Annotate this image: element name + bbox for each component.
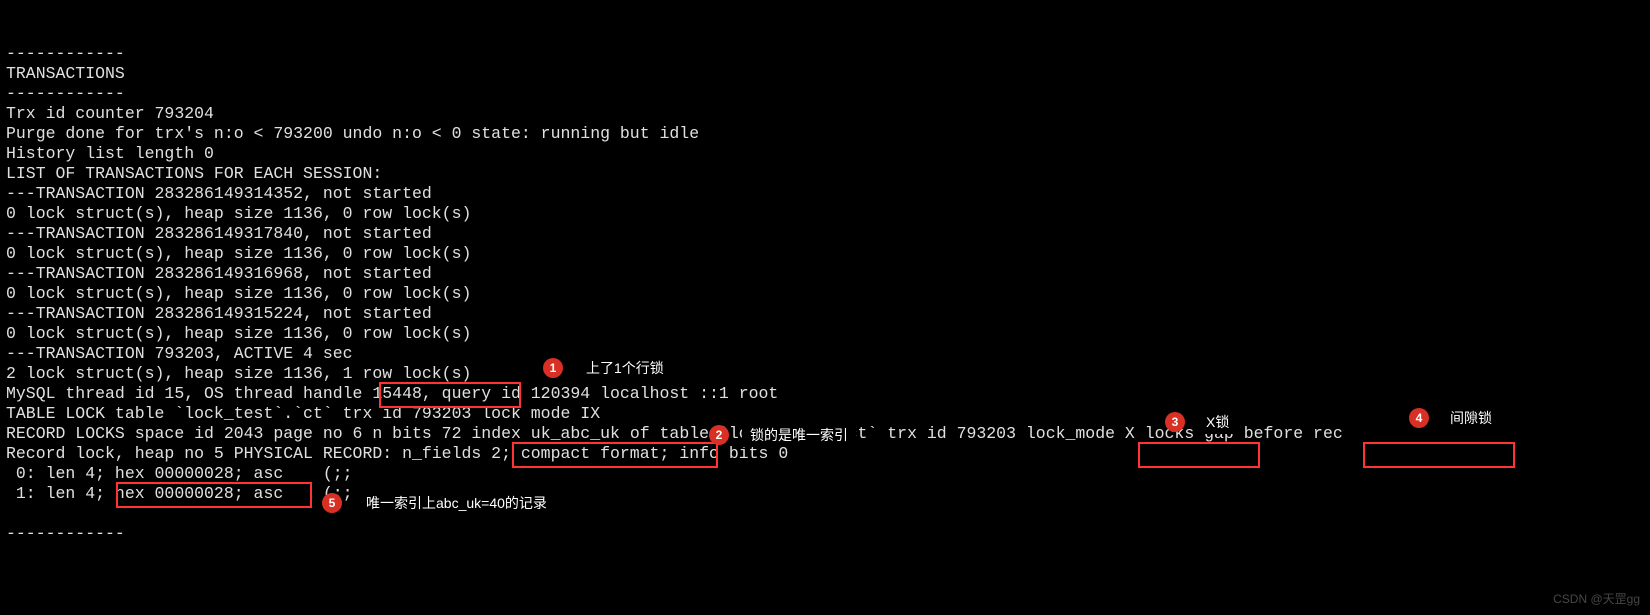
line-trxid: Trx id counter 793204 <box>6 104 214 123</box>
line-hist: History list length 0 <box>6 144 214 163</box>
badge-2-num: 2 <box>716 425 723 445</box>
line-t3a: 0 lock struct(s), heap size 1136, 0 row … <box>6 284 471 303</box>
line-phys: Record lock, heap no 5 PHYSICAL RECORD: … <box>6 444 788 463</box>
badge-4-num: 4 <box>1416 408 1423 428</box>
annotation-2: 锁的是唯一索引 <box>742 423 856 447</box>
line-t4: ---TRANSACTION 283286149315224, not star… <box>6 304 432 323</box>
line-listhdr: LIST OF TRANSACTIONS FOR EACH SESSION: <box>6 164 382 183</box>
badge-1-num: 1 <box>550 358 557 378</box>
annotation-5: 唯一索引上abc_uk=40的记录 <box>358 491 555 515</box>
line-t5: ---TRANSACTION 793203, ACTIVE 4 sec <box>6 344 353 363</box>
badge-2: 2 <box>709 425 729 445</box>
line-tablelock: TABLE LOCK table `lock_test`.`ct` trx id… <box>6 404 600 423</box>
line-t1: ---TRANSACTION 283286149314352, not star… <box>6 184 432 203</box>
line-t2a: 0 lock struct(s), heap size 1136, 0 row … <box>6 244 471 263</box>
dash-top: ------------ <box>6 44 125 63</box>
dash-mid: ------------ <box>6 84 125 103</box>
badge-5: 5 <box>322 493 342 513</box>
badge-3: 3 <box>1165 412 1185 432</box>
hdr: TRANSACTIONS <box>6 64 125 83</box>
badge-3-num: 3 <box>1172 412 1179 432</box>
terminal-output: ------------ TRANSACTIONS ------------ T… <box>6 24 1343 544</box>
watermark: CSDN @天罡gg <box>1553 589 1640 609</box>
badge-5-num: 5 <box>329 493 336 513</box>
line-rec-pre: RECORD LOCKS space id 2043 page no 6 n b… <box>6 424 471 443</box>
annotation-4: 间隙锁 <box>1442 406 1500 430</box>
line-rec0-pre: 0: len 4; <box>6 464 115 483</box>
line-t5a-box: 1 row lock(s) <box>343 364 472 383</box>
badge-4: 4 <box>1409 408 1429 428</box>
line-t5a-pre: 2 lock struct(s), heap size 1136, <box>6 364 343 383</box>
line-t1a: 0 lock struct(s), heap size 1136, 0 row … <box>6 204 471 223</box>
line-purge: Purge done for trx's n:o < 793200 undo n… <box>6 124 699 143</box>
line-rec-mode: lock_mode X <box>1026 424 1135 443</box>
badge-1: 1 <box>543 358 563 378</box>
annotation-3: X锁 <box>1198 410 1237 434</box>
annotation-1: 上了1个行锁 <box>578 356 672 380</box>
line-rec1: 1: len 4; hex 00000028; asc (;; <box>6 484 353 503</box>
dash-bot: ------------ <box>6 524 125 543</box>
highlight-box-4 <box>1363 442 1515 468</box>
line-t3: ---TRANSACTION 283286149316968, not star… <box>6 264 432 283</box>
line-t2: ---TRANSACTION 283286149317840, not star… <box>6 224 432 243</box>
line-t4a: 0 lock struct(s), heap size 1136, 0 row … <box>6 324 471 343</box>
line-rec0-post: asc (;; <box>244 464 353 483</box>
line-rec0-hex: hex 00000028; <box>115 464 244 483</box>
line-thread: MySQL thread id 15, OS thread handle 154… <box>6 384 778 403</box>
line-rec-idx: index uk_abc_uk <box>471 424 620 443</box>
